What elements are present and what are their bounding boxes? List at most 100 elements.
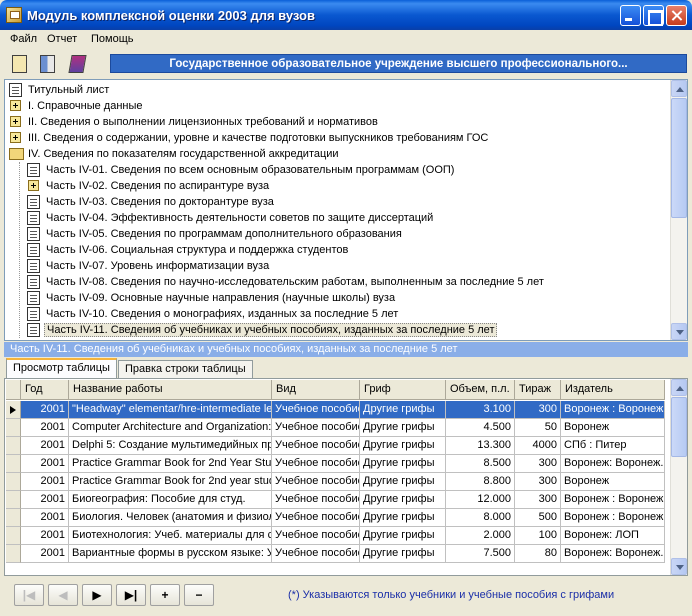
column-header[interactable]: Объем, п.л. [446,380,515,400]
last-record-button[interactable]: ▶| [116,584,146,606]
tree-item[interactable]: I. Справочные данные [9,98,145,114]
table-cell[interactable]: 2001 [21,437,69,455]
row-indicator[interactable] [6,437,21,455]
table-cell[interactable]: 4.500 [446,419,515,437]
tree-item[interactable]: Часть IV-11. Сведения об учебниках и уче… [27,322,498,338]
book-button[interactable] [36,52,60,76]
table-cell[interactable]: 2001 [21,455,69,473]
table-cell[interactable]: Биогеография: Пособие для студ. [69,491,272,509]
tree-item[interactable]: III. Сведения о содержании, уровне и кач… [9,130,490,146]
table-cell[interactable]: Учебное пособие [272,419,360,437]
grid-scrollbar[interactable] [670,379,687,575]
row-indicator[interactable] [6,545,21,563]
table-cell[interactable]: 2.000 [446,527,515,545]
column-header[interactable]: Издатель [561,380,665,400]
table-cell[interactable]: 12.000 [446,491,515,509]
table-cell[interactable]: Computer Architecture and Organization: … [69,419,272,437]
tree-item[interactable]: Часть IV-06. Социальная структура и подд… [27,242,350,258]
add-record-button[interactable]: + [150,584,180,606]
table-cell[interactable]: Учебное пособие [272,437,360,455]
table-cell[interactable]: Другие грифы [360,401,446,419]
tree-item[interactable]: II. Сведения о выполнении лицензионных т… [9,114,380,130]
tree-item[interactable]: Часть IV-07. Уровень информатизации вуза [27,258,271,274]
document-button[interactable] [8,52,32,76]
table-cell[interactable]: Воронеж: Воронеж. [561,545,665,563]
menu-file[interactable]: Файл [10,33,37,45]
table-cell[interactable]: Другие грифы [360,491,446,509]
table-cell[interactable]: Воронеж : Воронеж [561,401,665,419]
table-cell[interactable]: Другие грифы [360,473,446,491]
next-record-button[interactable]: ▶ [82,584,112,606]
table-cell[interactable]: 50 [515,419,561,437]
table-cell[interactable]: Учебное пособие [272,509,360,527]
plus-folder-icon[interactable] [10,116,21,127]
table-cell[interactable]: Учебное пособие [272,491,360,509]
column-header[interactable]: Тираж [515,380,561,400]
row-indicator[interactable] [6,527,21,545]
table-cell[interactable]: Воронеж: Воронеж. [561,455,665,473]
menu-help[interactable]: Помощь [91,33,134,45]
column-header[interactable]: Гриф [360,380,446,400]
column-header[interactable]: Название работы [69,380,272,400]
table-cell[interactable]: 4000 [515,437,561,455]
delete-record-button[interactable]: − [184,584,214,606]
tree-item[interactable]: Часть IV-03. Сведения по докторантуре ву… [27,194,276,210]
row-indicator[interactable] [6,491,21,509]
table-cell[interactable]: Учебное пособие [272,473,360,491]
table-cell[interactable]: 13.300 [446,437,515,455]
row-indicator[interactable] [6,419,21,437]
table-cell[interactable]: Другие грифы [360,509,446,527]
table-cell[interactable]: 2001 [21,419,69,437]
table-cell[interactable]: 2001 [21,401,69,419]
scroll-up-button[interactable] [671,80,687,97]
open-folder-icon[interactable] [9,148,24,160]
grid-scroll-down-button[interactable] [671,558,687,575]
tree-item[interactable]: Часть IV-02. Сведения по аспирантуре вуз… [27,178,271,194]
table-cell[interactable]: 2001 [21,509,69,527]
table-cell[interactable]: Воронеж [561,419,665,437]
table-cell[interactable]: Учебное пособие [272,527,360,545]
close-button[interactable] [666,5,687,26]
table-cell[interactable]: Practice Grammar Book for 2nd year stude [69,473,272,491]
scroll-thumb[interactable] [671,98,687,218]
table-cell[interactable]: Учебное пособие [272,545,360,563]
table-cell[interactable]: 2001 [21,545,69,563]
grid-scroll-thumb[interactable] [671,397,687,457]
data-grid[interactable]: Год Название работы Вид Гриф Объем, п.л. Тира… [4,378,688,576]
tree-item[interactable]: Часть IV-09. Основные научные направлени… [27,290,397,306]
table-cell[interactable]: Practice Grammar Book for 2nd Year Stude [69,455,272,473]
row-indicator[interactable] [6,401,21,419]
scroll-down-button[interactable] [671,323,687,340]
table-cell[interactable]: 3.100 [446,401,515,419]
table-cell[interactable]: 8.000 [446,509,515,527]
column-header[interactable]: Год [21,380,69,400]
table-cell[interactable]: 7.500 [446,545,515,563]
table-cell[interactable]: 80 [515,545,561,563]
table-cell[interactable]: Другие грифы [360,437,446,455]
tree-item[interactable]: Часть IV-01. Сведения по всем основным о… [27,162,456,178]
tab-edit-row[interactable]: Правка строки таблицы [118,360,253,378]
table-cell[interactable]: Воронеж : Воронеж [561,491,665,509]
maximize-button[interactable] [643,5,664,26]
table-cell[interactable]: Другие грифы [360,419,446,437]
tree-item[interactable]: Часть IV-04. Эффективность деятельности … [27,210,435,226]
table-cell[interactable]: 2001 [21,473,69,491]
table-cell[interactable]: 300 [515,401,561,419]
table-cell[interactable]: 300 [515,455,561,473]
tree-item[interactable]: IV. Сведения по показателям государствен… [9,146,341,162]
sections-tree[interactable]: Титульный лист I. Справочные данные II. Св… [4,79,688,341]
table-cell[interactable]: Delphi 5: Создание мультимедийных пр [69,437,272,455]
plus-folder-icon[interactable] [28,180,39,191]
table-cell[interactable]: Воронеж [561,473,665,491]
menu-report[interactable]: Отчет [47,33,77,45]
table-cell[interactable]: 8.500 [446,455,515,473]
row-indicator[interactable] [6,509,21,527]
row-indicator[interactable] [6,455,21,473]
table-cell[interactable]: 300 [515,491,561,509]
table-cell[interactable]: Другие грифы [360,545,446,563]
tree-item[interactable]: Часть IV-08. Сведения по научно-исследов… [27,274,546,290]
tree-item[interactable]: Часть IV-05. Сведения по программам допо… [27,226,404,242]
table-cell[interactable]: Биотехнология: Учеб. материалы для с [69,527,272,545]
column-header[interactable]: Вид [272,380,360,400]
table-cell[interactable]: 2001 [21,527,69,545]
